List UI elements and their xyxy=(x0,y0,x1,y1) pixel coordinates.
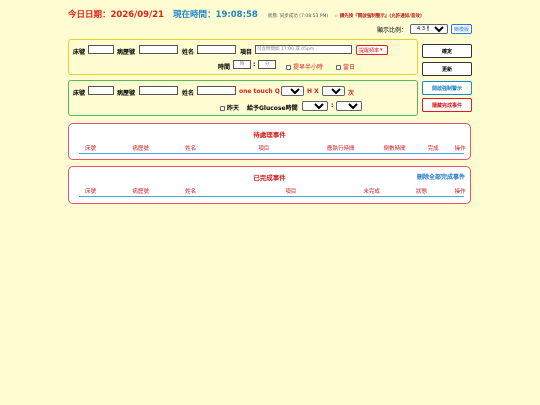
current-time: 現在時間：19:08:58 xyxy=(173,10,258,20)
glucose-minute-select[interactable]: 08 xyxy=(336,101,362,111)
alert-notice: ☆ 請先按『開啟強制警示』(允許通知/音效) xyxy=(334,13,422,19)
reminder-form-panel: 床號 病歷號 姓名 項目 可含時間如 17:00 或 05pm 提醒頻率 ▾ 時間… xyxy=(68,39,418,75)
col-bed: 床號 xyxy=(85,189,97,195)
bed-label: 床號 xyxy=(73,90,86,97)
hide-done-button[interactable]: 隱藏完成事件 xyxy=(422,98,472,112)
minute-input[interactable]: 分 xyxy=(258,60,276,69)
name-label: 姓名 xyxy=(182,49,195,56)
time-label: 時間 xyxy=(218,64,231,71)
yesterday-checkbox[interactable] xyxy=(220,106,225,111)
bed-input[interactable] xyxy=(88,45,114,54)
chart-number-input[interactable] xyxy=(139,45,178,54)
done-title: 已完成事件 xyxy=(253,174,286,182)
onetouch-label: one touch Q xyxy=(239,88,280,95)
same-day-label: 當日 xyxy=(343,64,356,71)
q-interval-select[interactable]: 2 xyxy=(281,86,304,96)
half-hour-option[interactable]: 提早半小時 xyxy=(286,62,323,71)
today-date: 今日日期：2026/09/21 xyxy=(68,10,165,20)
display-ratio-row: 顯示比例： 4:3 螢幕 簡模版 xyxy=(377,24,472,34)
col-name: 姓名 xyxy=(185,146,197,152)
colon-separator: : xyxy=(253,61,256,68)
col-status: 狀態 xyxy=(416,189,428,195)
same-day-checkbox[interactable] xyxy=(336,65,341,70)
half-hour-label: 提早半小時 xyxy=(293,64,324,71)
times-suffix: 次 xyxy=(348,90,355,97)
ratio-select[interactable]: 4:3 螢幕 xyxy=(409,24,448,34)
yesterday-label: 昨天 xyxy=(227,105,240,112)
col-item: 項目 xyxy=(258,146,270,152)
col-countdown: 倒數時間 xyxy=(383,146,406,152)
col-name: 姓名 xyxy=(185,189,197,195)
name-input[interactable] xyxy=(197,45,236,54)
item-input[interactable]: 可含時間如 17:00 或 05pm xyxy=(255,45,352,54)
col-item: 項目 xyxy=(285,189,297,195)
name-input[interactable] xyxy=(197,86,236,95)
chart-label: 病歷號 xyxy=(117,90,136,97)
name-label: 姓名 xyxy=(182,90,195,97)
header-bar: 今日日期：2026/09/21 現在時間：19:08:58 狀態: 同步成功 (… xyxy=(68,8,422,20)
item-label: 項目 xyxy=(240,49,253,56)
chevron-down-icon: ▾ xyxy=(380,47,383,53)
chart-number-input[interactable] xyxy=(139,86,178,95)
sync-status: 狀態: 同步成功 (7:08:53 PM) xyxy=(267,14,329,19)
hour-input[interactable]: 時 xyxy=(233,60,251,69)
pending-events-table: 待處理事件 床號 病歷號 姓名 項目 應執行時間 倒數時間 完成 操作 xyxy=(68,123,471,160)
glucose-hour-select[interactable]: 19 xyxy=(302,101,328,111)
half-hour-checkbox[interactable] xyxy=(286,65,291,70)
col-chart: 病歷號 xyxy=(132,146,149,152)
colon-separator: : xyxy=(331,102,334,109)
enable-alert-button[interactable]: 開啟強制警示 xyxy=(422,81,472,95)
alert-notice-text: 請先按『開啟強制警示』(允許通知/音效) xyxy=(339,14,422,19)
confirm-button[interactable]: 確定 xyxy=(422,44,472,58)
col-bed: 床號 xyxy=(85,146,97,152)
same-day-option[interactable]: 當日 xyxy=(336,62,355,71)
col-action: 操作 xyxy=(454,146,466,152)
star-icon: ☆ xyxy=(334,14,339,19)
completed-events-table: 已完成事件 刪除全部完成事件 床號 病歷號 姓名 項目 未完成 狀態 操作 xyxy=(68,166,471,204)
col-action: 操作 xyxy=(454,189,466,195)
done-header-row: 床號 病歷號 姓名 項目 未完成 狀態 操作 xyxy=(79,187,466,197)
col-due-time: 應執行時間 xyxy=(327,146,355,152)
ratio-label: 顯示比例： xyxy=(376,26,407,34)
update-button[interactable]: 更新 xyxy=(422,62,472,76)
bed-input[interactable] xyxy=(88,86,114,95)
pending-header-row: 床號 病歷號 姓名 項目 應執行時間 倒數時間 完成 操作 xyxy=(79,144,466,154)
frequency-select[interactable]: 提醒頻率 ▾ xyxy=(356,45,388,55)
chart-label: 病歷號 xyxy=(117,49,136,56)
col-chart: 病歷號 xyxy=(132,189,149,195)
delete-all-done-link[interactable]: 刪除全部完成事件 xyxy=(417,172,465,181)
simple-mode-button[interactable]: 簡模版 xyxy=(450,24,472,34)
yesterday-option[interactable]: 昨天 xyxy=(220,103,239,112)
glucose-time-label: 給予Glucose時間 xyxy=(247,105,298,112)
times-select[interactable]: 3 xyxy=(322,86,345,96)
frequency-value: 提醒頻率 xyxy=(359,47,380,54)
bed-label: 床號 xyxy=(73,49,86,56)
hx-label: H X xyxy=(307,88,319,95)
pending-title: 待處理事件 xyxy=(253,131,286,139)
col-complete: 完成 xyxy=(427,146,439,152)
col-incomplete: 未完成 xyxy=(363,189,380,195)
glucose-form-panel: 床號 病歷號 姓名 one touch Q 2 H X 3 次 昨天 給予Glu… xyxy=(68,80,418,116)
